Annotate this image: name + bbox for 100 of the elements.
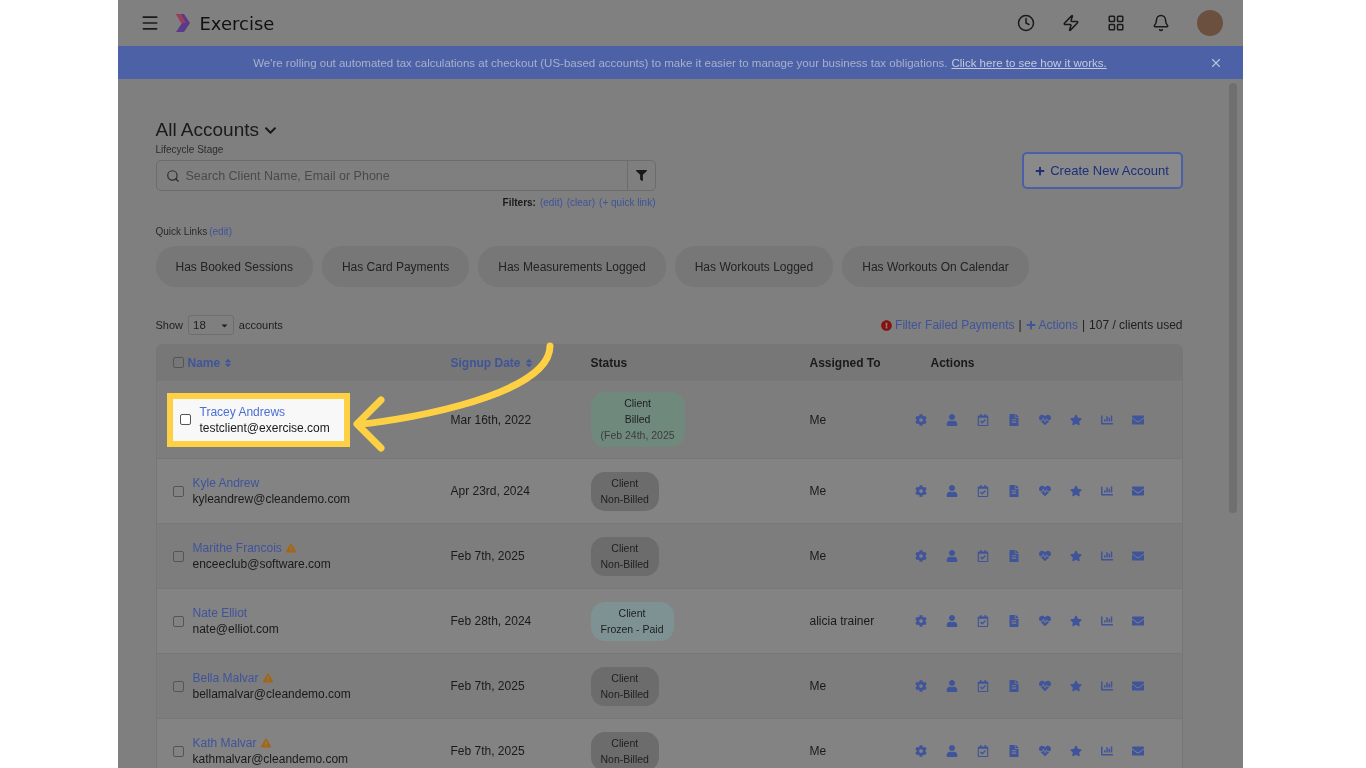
person-icon[interactable] [945, 615, 958, 627]
avatar[interactable] [1196, 10, 1223, 36]
star-icon[interactable] [1069, 745, 1082, 757]
client-email: bellamalvar@cleandemo.com [192, 687, 351, 701]
document-icon[interactable] [1007, 485, 1020, 497]
client-email: testclient@exercise.com [199, 420, 330, 435]
client-name-link[interactable]: Marithe Francois [192, 541, 282, 555]
usage-text: 107 / clients used [1089, 318, 1183, 332]
star-icon[interactable] [1069, 680, 1082, 692]
clock-icon[interactable] [1016, 14, 1035, 32]
settings-icon[interactable] [914, 615, 927, 627]
document-icon[interactable] [1007, 615, 1020, 627]
heartbeat-icon[interactable] [1038, 745, 1051, 757]
heartbeat-icon[interactable] [1038, 413, 1051, 426]
bar-chart-icon[interactable] [1100, 615, 1113, 627]
bar-chart-icon[interactable] [1100, 745, 1113, 757]
person-icon[interactable] [945, 413, 958, 426]
checkbox[interactable] [172, 745, 184, 757]
checkbox[interactable] [172, 485, 184, 497]
filter-failed-payments-link[interactable]: Filter Failed Payments [881, 318, 1015, 332]
heartbeat-icon[interactable] [1038, 550, 1051, 562]
person-icon[interactable] [945, 745, 958, 757]
actions-link[interactable]: Actions [1025, 318, 1078, 332]
checkbox[interactable] [172, 357, 184, 368]
star-icon[interactable] [1069, 615, 1082, 627]
person-icon[interactable] [945, 485, 958, 497]
envelope-icon[interactable] [1131, 745, 1144, 757]
quick-link-pill[interactable]: Has Workouts On Calendar [842, 246, 1029, 287]
client-name-link[interactable]: Kyle Andrew [192, 476, 260, 490]
quick-link-pill[interactable]: Has Card Payments [321, 246, 470, 287]
show-label: Show [155, 319, 184, 331]
envelope-icon[interactable] [1131, 680, 1144, 692]
filter-link[interactable]: (+ quick link) [599, 197, 656, 208]
envelope-icon[interactable] [1131, 413, 1144, 426]
client-name-link[interactable]: Tracey Andrews [199, 404, 286, 419]
calendar-icon[interactable] [976, 680, 989, 692]
signup-date: Feb 7th, 2025 [449, 549, 526, 563]
quick-link-pill[interactable]: Has Workouts Logged [674, 246, 834, 287]
create-account-button[interactable]: Create New Account [1021, 152, 1183, 189]
calendar-icon[interactable] [976, 550, 989, 562]
client-name-link[interactable]: Nate Elliot [192, 606, 248, 620]
star-icon[interactable] [1069, 485, 1082, 497]
calendar-icon[interactable] [976, 485, 989, 497]
alert-icon [881, 319, 893, 331]
settings-icon[interactable] [914, 745, 927, 757]
sort-header[interactable]: Signup Date [450, 355, 534, 370]
heartbeat-icon[interactable] [1038, 485, 1051, 497]
heartbeat-icon[interactable] [1038, 615, 1051, 627]
client-name-link[interactable]: Kath Malvar [192, 736, 257, 750]
assigned-to: Me [808, 412, 828, 427]
person-icon[interactable] [945, 680, 958, 692]
client-email: kyleandrew@cleandemo.com [192, 492, 351, 506]
bar-chart-icon[interactable] [1100, 413, 1113, 426]
calendar-icon[interactable] [976, 615, 989, 627]
assigned-to: alicia trainer [808, 614, 876, 628]
filter-link[interactable]: (clear) [566, 197, 596, 208]
bar-chart-icon[interactable] [1100, 485, 1113, 497]
envelope-icon[interactable] [1131, 550, 1144, 562]
assigned-to: Me [808, 484, 828, 498]
client-email: kathmalvar@cleandemo.com [192, 752, 349, 766]
column-header: Actions [930, 355, 975, 370]
lightning-icon[interactable] [1061, 14, 1080, 32]
document-icon[interactable] [1007, 550, 1020, 562]
settings-icon[interactable] [914, 550, 927, 562]
banner-link[interactable]: Click here to see how it works. [951, 56, 1107, 69]
envelope-icon[interactable] [1131, 615, 1144, 627]
checkbox[interactable] [172, 680, 184, 692]
settings-icon[interactable] [914, 680, 927, 692]
calendar-icon[interactable] [976, 413, 989, 426]
quick-link-pill[interactable]: Has Booked Sessions [155, 246, 313, 287]
bar-chart-icon[interactable] [1100, 680, 1113, 692]
document-icon[interactable] [1007, 745, 1020, 757]
page-title: All Accounts [155, 119, 259, 141]
status-badge: Client Frozen - Paid [590, 601, 674, 641]
show-suffix: accounts [238, 319, 283, 331]
client-name-link[interactable]: Bella Malvar [192, 671, 259, 685]
document-icon[interactable] [1007, 680, 1020, 692]
page-subtitle: Lifecycle Stage [155, 144, 225, 155]
settings-icon[interactable] [914, 413, 927, 426]
settings-icon[interactable] [914, 485, 927, 497]
bell-icon[interactable] [1151, 14, 1170, 32]
filter-link[interactable]: (edit) [539, 197, 563, 208]
person-icon[interactable] [945, 550, 958, 562]
envelope-icon[interactable] [1131, 485, 1144, 497]
checkbox[interactable] [179, 414, 191, 425]
heartbeat-icon[interactable] [1038, 680, 1051, 692]
quick-link-pill[interactable]: Has Measurements Logged [478, 246, 666, 287]
sort-header[interactable]: Name [187, 355, 234, 370]
star-icon[interactable] [1069, 413, 1082, 426]
checkbox[interactable] [172, 550, 184, 562]
bar-chart-icon[interactable] [1100, 550, 1113, 562]
separator: | [1018, 318, 1022, 332]
grid-icon[interactable] [1106, 14, 1125, 32]
document-icon[interactable] [1007, 413, 1020, 426]
calendar-icon[interactable] [976, 745, 989, 757]
page-size-select[interactable]: 18 [188, 315, 234, 335]
assigned-to: Me [808, 744, 828, 758]
edit-link[interactable]: (edit) [209, 226, 232, 237]
checkbox[interactable] [172, 615, 184, 627]
star-icon[interactable] [1069, 550, 1082, 562]
